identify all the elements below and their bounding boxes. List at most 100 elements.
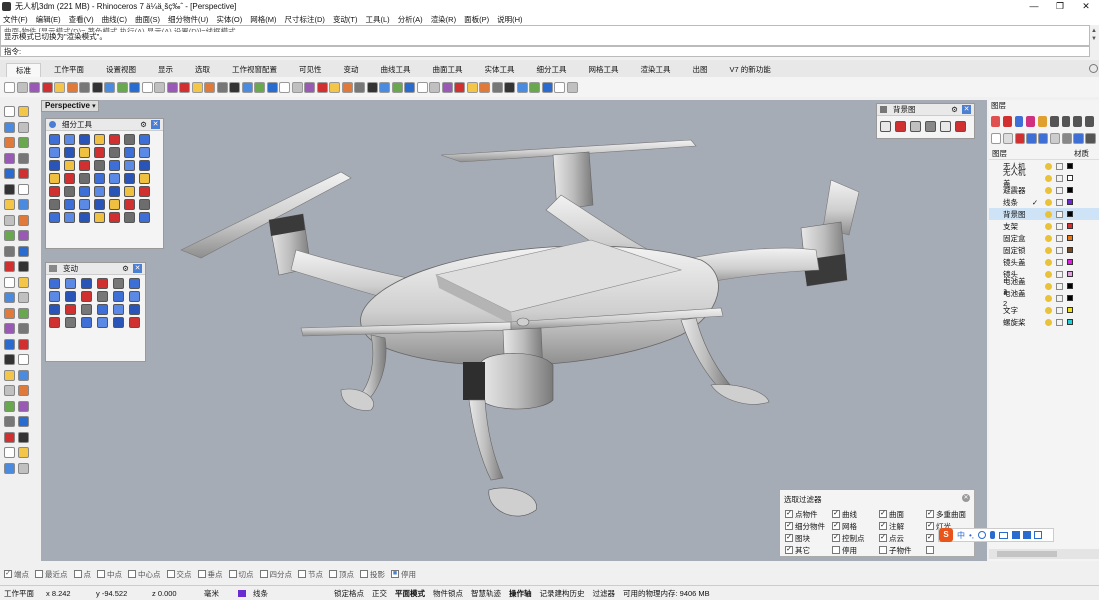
layer-color-swatch[interactable] <box>1067 307 1073 313</box>
osnap-checkbox[interactable] <box>97 570 105 578</box>
toolbar-tool-icon[interactable] <box>341 81 353 93</box>
layer-row[interactable]: 螺旋桨 <box>989 316 1099 328</box>
ime-menu-icon[interactable] <box>1034 531 1043 539</box>
tool-icon[interactable] <box>81 317 92 328</box>
layer-lock-icon[interactable] <box>1056 258 1063 266</box>
tool-icon[interactable] <box>79 173 90 184</box>
tool-icon[interactable] <box>109 134 120 145</box>
layer-visible-bulb-icon[interactable] <box>1045 318 1052 326</box>
tool-icon[interactable] <box>64 147 75 158</box>
left-tool-icon[interactable] <box>4 261 15 272</box>
ime-emoji-icon[interactable] <box>978 531 987 539</box>
tool-icon[interactable] <box>49 304 60 315</box>
tool-icon[interactable] <box>124 186 135 197</box>
filter-item[interactable]: ✓ 网格 <box>832 520 879 532</box>
tool-icon[interactable] <box>64 134 75 145</box>
toolbar-tool-icon[interactable] <box>29 81 40 93</box>
left-tool-icon[interactable] <box>4 121 15 133</box>
layer-color-swatch[interactable] <box>1067 223 1073 229</box>
tool-icon[interactable] <box>65 291 76 302</box>
toolbar-tool-icon[interactable] <box>229 81 240 93</box>
tool-icon[interactable] <box>94 212 105 223</box>
osnap-checkbox[interactable] <box>329 570 337 578</box>
filter-checkbox[interactable] <box>879 546 887 554</box>
left-tool-icon[interactable] <box>4 276 15 288</box>
filter-checkbox[interactable]: ✓ <box>832 534 840 542</box>
toolbar-tool-icon[interactable] <box>291 81 303 93</box>
tool-icon[interactable] <box>94 160 105 171</box>
tab-2[interactable]: 设置视图 <box>97 63 145 77</box>
status-toggle[interactable]: 物件锁点 <box>429 588 467 599</box>
toolbar-tool-icon[interactable] <box>154 81 165 93</box>
layer-lock-icon[interactable] <box>1056 294 1063 302</box>
status-toggle[interactable]: 锁定格点 <box>330 588 368 599</box>
left-tool-icon[interactable] <box>4 431 15 443</box>
filter-item[interactable]: ✓ 注解 <box>879 520 926 532</box>
filter-checkbox[interactable]: ✓ <box>785 546 793 554</box>
tool-icon[interactable] <box>49 147 60 158</box>
layer-lock-icon[interactable] <box>1056 306 1063 314</box>
left-tool-icon[interactable] <box>4 447 15 458</box>
left-tool-icon[interactable] <box>18 307 29 319</box>
left-tool-icon[interactable] <box>4 152 15 164</box>
filter-checkbox[interactable]: ✓ <box>879 522 887 530</box>
layer-lock-icon[interactable] <box>1056 198 1063 206</box>
tool-icon[interactable] <box>139 173 150 184</box>
toolbar-tool-icon[interactable] <box>254 81 265 93</box>
tool-icon[interactable] <box>109 186 120 197</box>
close-button[interactable]: ✕ <box>1073 0 1099 13</box>
tool-icon[interactable] <box>97 291 108 302</box>
filter-item[interactable]: ✓ 点物件 <box>785 508 832 520</box>
osnap-checkbox[interactable] <box>73 570 82 578</box>
layer-row[interactable]: 避震器 <box>989 184 1099 196</box>
layer-visible-bulb-icon[interactable] <box>1045 186 1052 194</box>
tab-12[interactable]: 网格工具 <box>580 63 628 77</box>
menu-item[interactable]: 面板(P) <box>464 14 489 25</box>
tool-icon[interactable] <box>109 212 120 223</box>
filter-item[interactable]: ✓ 多重曲面 <box>926 508 973 520</box>
layer-lock-icon[interactable] <box>1056 318 1063 326</box>
left-tool-icon[interactable] <box>4 183 15 195</box>
panel-settings-gear-icon[interactable]: ⚙ <box>122 264 129 273</box>
tab-14[interactable]: 出图 <box>684 63 717 77</box>
ime-voice-icon[interactable] <box>990 531 996 539</box>
menu-item[interactable]: 曲线(C) <box>102 14 127 25</box>
left-tool-icon[interactable] <box>4 199 15 210</box>
background-panel-close-icon[interactable]: ✕ <box>962 105 971 114</box>
filter-checkbox[interactable]: ✓ <box>832 522 840 530</box>
layer-row[interactable]: 支架 <box>989 220 1099 232</box>
layer-lock-icon[interactable] <box>1056 174 1063 182</box>
toolbar-tool-icon[interactable] <box>141 81 153 93</box>
osnap-item[interactable]: 四分点 <box>259 568 292 580</box>
layers-tool-icon[interactable] <box>1085 133 1096 144</box>
layer-row[interactable]: 文字 <box>989 304 1099 316</box>
filter-item[interactable]: ✓ 其它 <box>785 544 832 556</box>
left-tool-icon[interactable] <box>18 447 29 458</box>
left-tool-icon[interactable] <box>4 323 15 334</box>
tool-icon[interactable] <box>940 121 951 132</box>
tab-5[interactable]: 工作视窗配置 <box>223 63 286 77</box>
layers-tool-icon[interactable] <box>1026 116 1036 127</box>
layer-lock-icon[interactable] <box>1056 210 1063 218</box>
tool-icon[interactable] <box>139 199 150 210</box>
tool-icon[interactable] <box>94 186 105 197</box>
menu-item[interactable]: 网格(M) <box>250 14 276 25</box>
maximize-button[interactable]: ❐ <box>1047 0 1073 13</box>
osnap-item[interactable]: 节点 <box>298 568 323 580</box>
tool-icon[interactable] <box>49 317 60 328</box>
toolbar-tool-icon[interactable] <box>4 81 15 93</box>
left-tool-icon[interactable] <box>18 431 29 443</box>
layer-color-swatch[interactable] <box>1067 271 1073 277</box>
menu-item[interactable]: 文件(F) <box>3 14 28 25</box>
left-tool-icon[interactable] <box>18 462 29 474</box>
panel-settings-gear-icon[interactable]: ⚙ <box>951 105 958 114</box>
left-tool-icon[interactable] <box>18 385 29 396</box>
tool-icon[interactable] <box>81 304 92 315</box>
tool-icon[interactable] <box>64 199 75 210</box>
menu-item[interactable]: 曲面(S) <box>135 14 160 25</box>
status-cplane[interactable]: 工作平面 <box>0 588 42 599</box>
toolbar-tool-icon[interactable] <box>279 81 290 93</box>
left-tool-icon[interactable] <box>4 400 15 412</box>
layers-tool-icon[interactable] <box>1014 133 1025 144</box>
status-toggle[interactable]: 平面模式 <box>391 588 429 599</box>
